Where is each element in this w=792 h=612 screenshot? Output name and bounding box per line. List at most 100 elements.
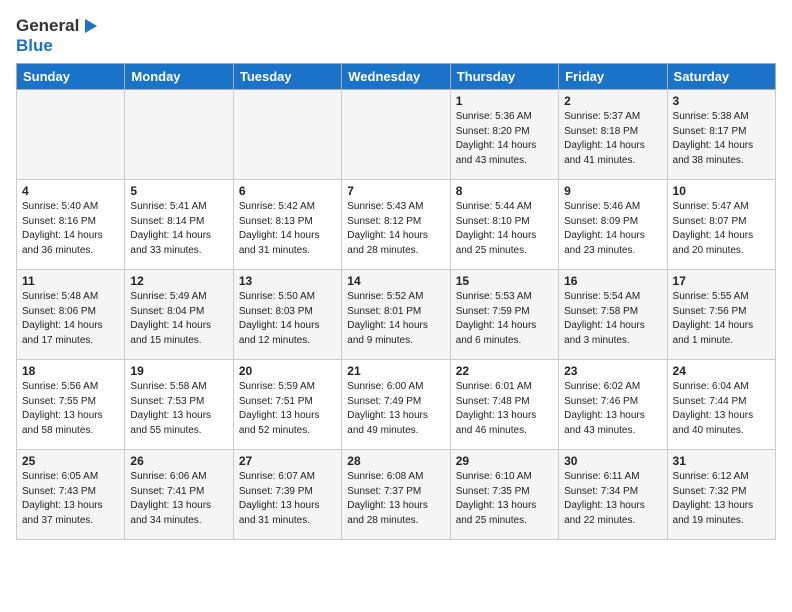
calendar-day-header: Sunday: [17, 64, 125, 90]
logo-text: General Blue: [16, 16, 99, 55]
day-number: 2: [564, 94, 661, 108]
calendar-cell: 31 Sunrise: 6:12 AM Sunset: 7:32 PM Dayli…: [667, 450, 775, 540]
day-number: 18: [22, 364, 119, 378]
page-header: General Blue: [16, 16, 776, 55]
day-number: 4: [22, 184, 119, 198]
calendar-cell: 8 Sunrise: 5:44 AM Sunset: 8:10 PM Daylig…: [450, 180, 558, 270]
calendar-day-header: Tuesday: [233, 64, 341, 90]
day-info: Sunrise: 6:02 AM Sunset: 7:46 PM Dayligh…: [564, 380, 661, 438]
day-info: Sunrise: 5:59 AM Sunset: 7:51 PM Dayligh…: [239, 380, 336, 438]
day-number: 31: [673, 454, 770, 468]
calendar-cell: 9 Sunrise: 5:46 AM Sunset: 8:09 PM Daylig…: [559, 180, 667, 270]
calendar-cell: 30 Sunrise: 6:11 AM Sunset: 7:34 PM Dayli…: [559, 450, 667, 540]
day-number: 3: [673, 94, 770, 108]
calendar-cell: 18 Sunrise: 5:56 AM Sunset: 7:55 PM Dayli…: [17, 360, 125, 450]
calendar-day-header: Saturday: [667, 64, 775, 90]
day-info: Sunrise: 6:11 AM Sunset: 7:34 PM Dayligh…: [564, 470, 661, 528]
day-info: Sunrise: 5:37 AM Sunset: 8:18 PM Dayligh…: [564, 110, 661, 168]
day-number: 19: [130, 364, 227, 378]
day-info: Sunrise: 6:08 AM Sunset: 7:37 PM Dayligh…: [347, 470, 444, 528]
day-number: 11: [22, 274, 119, 288]
day-number: 5: [130, 184, 227, 198]
calendar-header: SundayMondayTuesdayWednesdayThursdayFrid…: [17, 64, 776, 90]
day-info: Sunrise: 5:41 AM Sunset: 8:14 PM Dayligh…: [130, 200, 227, 258]
logo-arrow-icon: [81, 17, 99, 35]
day-info: Sunrise: 5:58 AM Sunset: 7:53 PM Dayligh…: [130, 380, 227, 438]
calendar-cell: 19 Sunrise: 5:58 AM Sunset: 7:53 PM Dayli…: [125, 360, 233, 450]
day-number: 7: [347, 184, 444, 198]
day-number: 25: [22, 454, 119, 468]
day-info: Sunrise: 5:40 AM Sunset: 8:16 PM Dayligh…: [22, 200, 119, 258]
calendar-cell: 27 Sunrise: 6:07 AM Sunset: 7:39 PM Dayli…: [233, 450, 341, 540]
day-number: 27: [239, 454, 336, 468]
calendar-cell: [233, 90, 341, 180]
calendar-cell: 16Sunrise: 5:54 AM Sunset: 7:58 PM Dayli…: [559, 270, 667, 360]
day-number: 17: [673, 274, 770, 288]
day-info: Sunrise: 6:07 AM Sunset: 7:39 PM Dayligh…: [239, 470, 336, 528]
day-info: Sunrise: 5:55 AM Sunset: 7:56 PM Dayligh…: [673, 290, 770, 348]
calendar-cell: 24Sunrise: 6:04 AM Sunset: 7:44 PM Dayli…: [667, 360, 775, 450]
calendar-cell: 28Sunrise: 6:08 AM Sunset: 7:37 PM Dayli…: [342, 450, 450, 540]
day-info: Sunrise: 5:50 AM Sunset: 8:03 PM Dayligh…: [239, 290, 336, 348]
day-number: 12: [130, 274, 227, 288]
day-number: 13: [239, 274, 336, 288]
calendar-cell: 15 Sunrise: 5:53 AM Sunset: 7:59 PM Dayli…: [450, 270, 558, 360]
logo-general: General: [16, 16, 79, 36]
calendar-day-header: Monday: [125, 64, 233, 90]
day-info: Sunrise: 6:06 AM Sunset: 7:41 PM Dayligh…: [130, 470, 227, 528]
day-info: Sunrise: 6:12 AM Sunset: 7:32 PM Dayligh…: [673, 470, 770, 528]
calendar-cell: 13 Sunrise: 5:50 AM Sunset: 8:03 PM Dayli…: [233, 270, 341, 360]
calendar-cell: 25 Sunrise: 6:05 AM Sunset: 7:43 PM Dayli…: [17, 450, 125, 540]
calendar-cell: 5 Sunrise: 5:41 AM Sunset: 8:14 PM Daylig…: [125, 180, 233, 270]
day-number: 9: [564, 184, 661, 198]
calendar-week-row: 25 Sunrise: 6:05 AM Sunset: 7:43 PM Dayli…: [17, 450, 776, 540]
calendar-cell: 14 Sunrise: 5:52 AM Sunset: 8:01 PM Dayli…: [342, 270, 450, 360]
day-info: Sunrise: 6:01 AM Sunset: 7:48 PM Dayligh…: [456, 380, 553, 438]
calendar-cell: 17 Sunrise: 5:55 AM Sunset: 7:56 PM Dayli…: [667, 270, 775, 360]
day-info: Sunrise: 5:42 AM Sunset: 8:13 PM Dayligh…: [239, 200, 336, 258]
day-number: 16: [564, 274, 661, 288]
logo-blue: Blue: [16, 36, 99, 56]
day-number: 23: [564, 364, 661, 378]
day-info: Sunrise: 5:53 AM Sunset: 7:59 PM Dayligh…: [456, 290, 553, 348]
calendar-day-header: Wednesday: [342, 64, 450, 90]
calendar-cell: 4 Sunrise: 5:40 AM Sunset: 8:16 PM Daylig…: [17, 180, 125, 270]
day-info: Sunrise: 5:36 AM Sunset: 8:20 PM Dayligh…: [456, 110, 553, 168]
day-number: 29: [456, 454, 553, 468]
calendar-week-row: 11 Sunrise: 5:48 AM Sunset: 8:06 PM Dayli…: [17, 270, 776, 360]
day-info: Sunrise: 5:47 AM Sunset: 8:07 PM Dayligh…: [673, 200, 770, 258]
day-info: Sunrise: 5:43 AM Sunset: 8:12 PM Dayligh…: [347, 200, 444, 258]
day-info: Sunrise: 5:38 AM Sunset: 8:17 PM Dayligh…: [673, 110, 770, 168]
calendar-cell: 2 Sunrise: 5:37 AM Sunset: 8:18 PM Daylig…: [559, 90, 667, 180]
calendar-cell: 1 Sunrise: 5:36 AM Sunset: 8:20 PM Daylig…: [450, 90, 558, 180]
calendar-cell: [125, 90, 233, 180]
day-info: Sunrise: 5:46 AM Sunset: 8:09 PM Dayligh…: [564, 200, 661, 258]
day-info: Sunrise: 5:52 AM Sunset: 8:01 PM Dayligh…: [347, 290, 444, 348]
calendar-cell: 3 Sunrise: 5:38 AM Sunset: 8:17 PM Daylig…: [667, 90, 775, 180]
day-info: Sunrise: 5:44 AM Sunset: 8:10 PM Dayligh…: [456, 200, 553, 258]
calendar-cell: 26 Sunrise: 6:06 AM Sunset: 7:41 PM Dayli…: [125, 450, 233, 540]
day-number: 26: [130, 454, 227, 468]
day-number: 8: [456, 184, 553, 198]
day-number: 30: [564, 454, 661, 468]
day-info: Sunrise: 5:48 AM Sunset: 8:06 PM Dayligh…: [22, 290, 119, 348]
calendar-cell: [342, 90, 450, 180]
calendar-cell: 7 Sunrise: 5:43 AM Sunset: 8:12 PM Daylig…: [342, 180, 450, 270]
day-info: Sunrise: 5:56 AM Sunset: 7:55 PM Dayligh…: [22, 380, 119, 438]
calendar-cell: 23 Sunrise: 6:02 AM Sunset: 7:46 PM Dayli…: [559, 360, 667, 450]
calendar-cell: 11 Sunrise: 5:48 AM Sunset: 8:06 PM Dayli…: [17, 270, 125, 360]
day-number: 20: [239, 364, 336, 378]
day-number: 1: [456, 94, 553, 108]
day-number: 21: [347, 364, 444, 378]
calendar-table: SundayMondayTuesdayWednesdayThursdayFrid…: [16, 63, 776, 540]
day-info: Sunrise: 6:10 AM Sunset: 7:35 PM Dayligh…: [456, 470, 553, 528]
day-number: 24: [673, 364, 770, 378]
day-number: 15: [456, 274, 553, 288]
day-number: 14: [347, 274, 444, 288]
day-info: Sunrise: 6:00 AM Sunset: 7:49 PM Dayligh…: [347, 380, 444, 438]
day-number: 22: [456, 364, 553, 378]
calendar-cell: 6Sunrise: 5:42 AM Sunset: 8:13 PM Daylig…: [233, 180, 341, 270]
calendar-cell: 12Sunrise: 5:49 AM Sunset: 8:04 PM Dayli…: [125, 270, 233, 360]
calendar-day-header: Friday: [559, 64, 667, 90]
day-info: Sunrise: 6:05 AM Sunset: 7:43 PM Dayligh…: [22, 470, 119, 528]
